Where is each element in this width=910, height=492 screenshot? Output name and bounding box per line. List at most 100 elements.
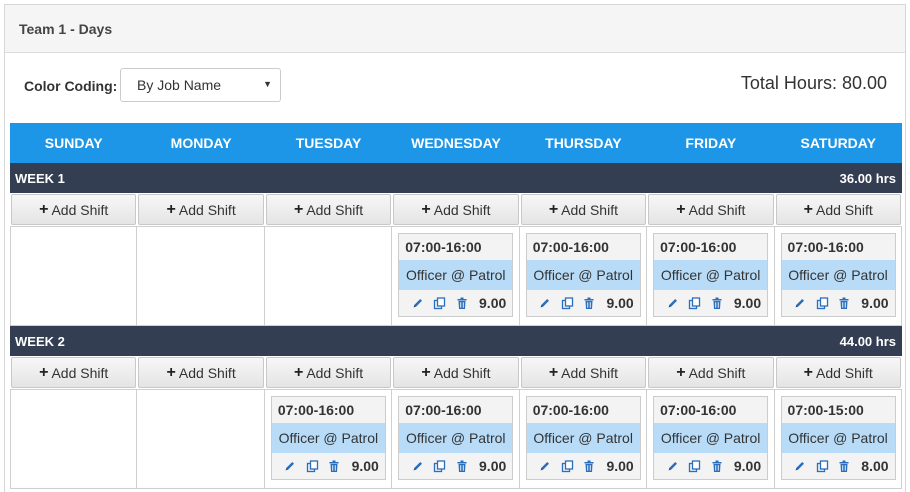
shift-hours: 9.00	[479, 295, 507, 311]
trash-icon[interactable]	[710, 297, 723, 310]
add-shift-cell: + Add Shift	[775, 356, 902, 389]
copy-icon[interactable]	[561, 459, 574, 473]
color-coding-value: By Job Name	[137, 77, 222, 93]
add-shift-cell: + Add Shift	[520, 193, 647, 226]
pencil-icon[interactable]	[284, 460, 297, 473]
day-header-row: SUNDAY MONDAY TUESDAY WEDNESDAY THURSDAY…	[10, 123, 902, 163]
add-shift-button-friday[interactable]: + Add Shift	[648, 194, 774, 225]
week-1-add-shift-row: + Add Shift + Add Shift + Add Shift + Add Shift…	[10, 193, 902, 227]
shift-hours: 9.00	[606, 458, 634, 474]
copy-icon[interactable]	[688, 296, 701, 310]
week-2-bar: WEEK 2 44.00 hrs	[10, 326, 902, 356]
add-shift-button-sunday[interactable]: + Add Shift	[11, 194, 137, 225]
shift-card[interactable]: 07:00-16:00 Officer @ Patrol 9.00	[398, 396, 514, 480]
add-shift-label: Add Shift	[306, 201, 364, 218]
shift-card[interactable]: 07:00-16:00 Officer @ Patrol 9.00	[653, 396, 769, 480]
add-shift-label: Add Shift	[51, 364, 109, 381]
trash-icon[interactable]	[838, 297, 851, 310]
shift-time: 07:00-16:00	[532, 402, 609, 418]
shift-job: Officer @ Patrol	[526, 423, 640, 453]
shift-job: Officer @ Patrol	[781, 423, 895, 453]
trash-icon[interactable]	[455, 460, 468, 473]
week-label: WEEK 1	[15, 170, 65, 186]
trash-icon[interactable]	[710, 460, 723, 473]
copy-icon[interactable]	[816, 296, 829, 310]
shift-footer: 9.00	[527, 290, 640, 316]
shift-card[interactable]: 07:00-16:00 Officer @ Patrol 9.00	[398, 233, 514, 317]
shift-footer: 8.00	[782, 453, 895, 479]
pencil-icon[interactable]	[666, 460, 679, 473]
day-header-monday: MONDAY	[170, 135, 232, 151]
shift-card[interactable]: 07:00-16:00 Officer @ Patrol 9.00	[653, 233, 769, 317]
panel-title: Team 1 - Days	[19, 20, 113, 37]
add-shift-button-monday[interactable]: + Add Shift	[138, 194, 264, 225]
add-shift-label: Add Shift	[433, 364, 491, 381]
copy-icon[interactable]	[688, 459, 701, 473]
trash-icon[interactable]	[455, 297, 468, 310]
total-hours: Total Hours: 80.00	[740, 73, 887, 93]
shift-time: 07:00-16:00	[405, 239, 482, 255]
pencil-icon[interactable]	[411, 297, 424, 310]
add-shift-cell: + Add Shift	[647, 356, 774, 389]
plus-icon: +	[166, 363, 176, 381]
add-shift-label: Add Shift	[561, 364, 618, 381]
add-shift-cell: + Add Shift	[10, 356, 137, 389]
shift-time: 07:00-16:00	[660, 239, 737, 255]
copy-icon[interactable]	[433, 296, 446, 310]
shift-card[interactable]: 07:00-16:00 Officer @ Patrol 9.00	[780, 233, 896, 317]
color-coding-select[interactable]: By Job Name ▼	[120, 68, 281, 102]
plus-icon: +	[39, 200, 49, 218]
shift-time: 07:00-16:00	[787, 239, 864, 255]
add-shift-button-saturday[interactable]: + Add Shift	[775, 357, 901, 388]
color-coding-label: Color Coding:	[24, 78, 118, 94]
add-shift-button-wednesday[interactable]: + Add Shift	[393, 194, 519, 225]
shift-footer: 9.00	[654, 453, 767, 479]
shift-card[interactable]: 07:00-16:00 Officer @ Patrol 9.00	[525, 233, 641, 317]
pencil-icon[interactable]	[539, 460, 552, 473]
add-shift-cell: + Add Shift	[647, 193, 774, 226]
add-shift-cell: + Add Shift	[392, 193, 519, 226]
pencil-icon[interactable]	[794, 460, 807, 473]
plus-icon: +	[803, 363, 813, 381]
plus-icon: +	[803, 200, 813, 218]
shift-card[interactable]: 07:00-16:00 Officer @ Patrol 9.00	[525, 396, 641, 480]
shift-card[interactable]: 07:00-15:00 Officer @ Patrol 8.00	[780, 396, 896, 480]
day-header-sunday: SUNDAY	[44, 135, 103, 151]
add-shift-button-thursday[interactable]: + Add Shift	[520, 194, 647, 225]
shift-footer: 9.00	[399, 290, 512, 316]
add-shift-button-monday[interactable]: + Add Shift	[138, 357, 264, 388]
copy-icon[interactable]	[306, 459, 319, 473]
trash-icon[interactable]	[583, 297, 596, 310]
add-shift-button-wednesday[interactable]: + Add Shift	[393, 357, 519, 388]
week-hours: 36.00 hrs	[839, 170, 896, 186]
add-shift-button-tuesday[interactable]: + Add Shift	[265, 357, 392, 388]
copy-icon[interactable]	[816, 459, 829, 473]
day-cell-sunday	[10, 227, 138, 326]
trash-icon[interactable]	[583, 460, 596, 473]
pencil-icon[interactable]	[666, 297, 679, 310]
add-shift-button-tuesday[interactable]: + Add Shift	[265, 194, 392, 225]
trash-icon[interactable]	[838, 460, 851, 473]
add-shift-label: Add Shift	[561, 201, 618, 218]
pencil-icon[interactable]	[411, 460, 424, 473]
plus-icon: +	[166, 200, 176, 218]
shift-card[interactable]: 07:00-16:00 Officer @ Patrol 9.00	[270, 396, 386, 480]
pencil-icon[interactable]	[539, 297, 552, 310]
week-2-add-shift-row: + Add Shift + Add Shift + Add Shift + Add Shift…	[10, 356, 902, 390]
weeks-container: WEEK 1 36.00 hrs + Add Shift + Add Shift + Add …	[10, 163, 902, 489]
add-shift-cell: + Add Shift	[775, 193, 902, 226]
add-shift-button-saturday[interactable]: + Add Shift	[775, 194, 901, 225]
copy-icon[interactable]	[433, 459, 446, 473]
copy-icon[interactable]	[561, 296, 574, 310]
day-cell-friday: 07:00-16:00 Officer @ Patrol 9.00	[647, 227, 775, 326]
add-shift-cell: + Add Shift	[392, 356, 519, 389]
shift-footer: 9.00	[782, 290, 895, 316]
trash-icon[interactable]	[328, 460, 341, 473]
add-shift-cell: + Add Shift	[265, 193, 392, 226]
add-shift-button-thursday[interactable]: + Add Shift	[520, 357, 647, 388]
add-shift-button-sunday[interactable]: + Add Shift	[11, 357, 137, 388]
add-shift-label: Add Shift	[178, 364, 236, 381]
add-shift-button-friday[interactable]: + Add Shift	[648, 357, 774, 388]
shift-footer: 9.00	[654, 290, 767, 316]
pencil-icon[interactable]	[794, 297, 807, 310]
